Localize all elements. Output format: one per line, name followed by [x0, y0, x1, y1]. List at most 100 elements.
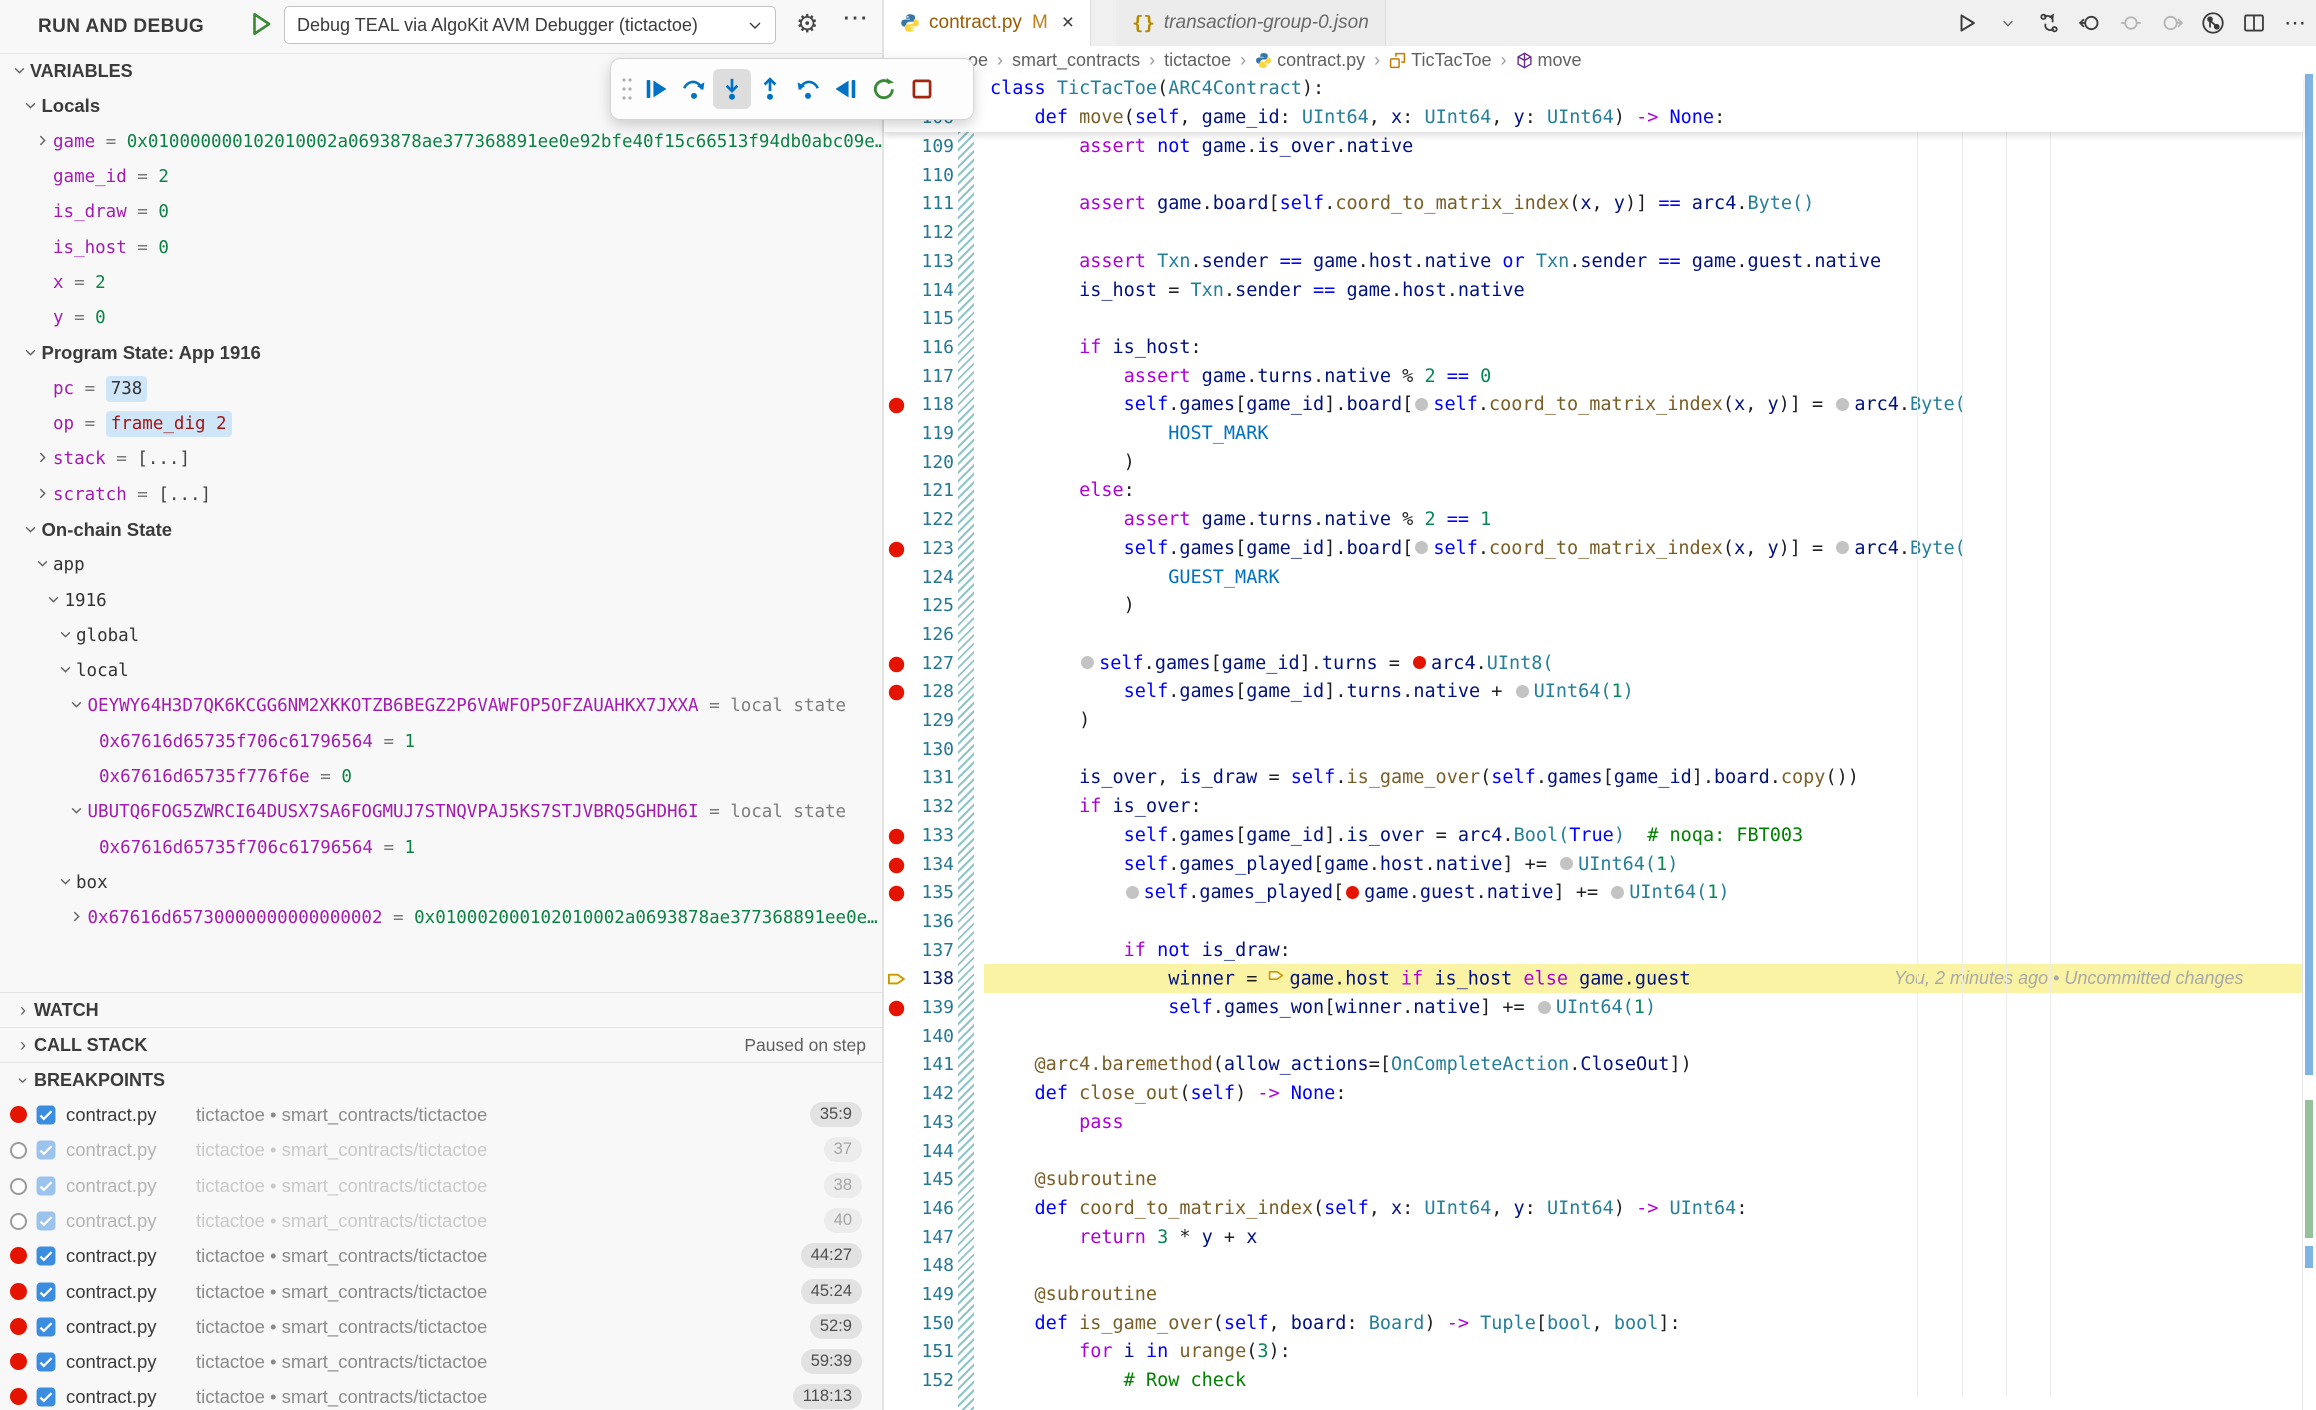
step-out-button[interactable]	[751, 69, 789, 109]
step-back-button[interactable]	[789, 69, 827, 109]
breakpoints-section-header[interactable]: ›BREAKPOINTS	[0, 1062, 882, 1098]
code-text[interactable]: is_over, is_draw = self.is_game_over(sel…	[984, 763, 2302, 792]
code-line[interactable]: 118self.games[game_id].board[self.coord_…	[884, 390, 2313, 419]
tree-chevron-icon[interactable]	[43, 583, 65, 619]
breakpoint-checkbox[interactable]	[36, 1140, 56, 1166]
breakpoint-checkbox[interactable]	[36, 1176, 56, 1202]
code-line[interactable]: 123self.games[game_id].board[self.coord_…	[884, 534, 2313, 563]
code-line[interactable]: 139self.games_won[winner.native] += UInt…	[884, 993, 2313, 1022]
toolbar-drag-handle[interactable]	[617, 69, 637, 109]
tree-chevron-icon[interactable]	[31, 124, 53, 160]
code-line[interactable]: 146def coord_to_matrix_index(self, x: UI…	[884, 1194, 2313, 1223]
code-text[interactable]: def close_out(self) -> None:	[984, 1079, 2302, 1108]
tree-chevron-icon[interactable]	[54, 865, 76, 901]
code-line[interactable]: 122assert game.turns.native % 2 == 1	[884, 505, 2313, 534]
breakpoint-row[interactable]: contract.pytictactoe • smart_contracts/t…	[0, 1097, 882, 1133]
code-line[interactable]: 142def close_out(self) -> None:	[884, 1079, 2313, 1108]
code-text[interactable]: # Row check	[984, 1366, 2302, 1395]
code-line[interactable]: 126	[884, 620, 2313, 649]
breakpoint-row[interactable]: contract.pytictactoe • smart_contracts/t…	[0, 1203, 882, 1239]
variable-row[interactable]: 0x67616d65735f776f6e = 0	[0, 759, 884, 795]
code-text[interactable]: self.games[game_id].board[self.coord_to_…	[984, 534, 2302, 563]
variable-row[interactable]: global	[0, 618, 884, 654]
code-line[interactable]: 140	[884, 1022, 2313, 1051]
code-text[interactable]: assert game.turns.native % 2 == 1	[984, 505, 2302, 534]
code-text[interactable]: def move(self, game_id: UInt64, x: UInt6…	[984, 103, 2302, 132]
code-text[interactable]: @subroutine	[984, 1165, 2302, 1194]
code-text[interactable]	[984, 218, 2302, 247]
inline-breakpoint-candidate-icon[interactable]	[1126, 886, 1139, 899]
variable-row[interactable]: box	[0, 865, 884, 901]
tree-chevron-icon[interactable]	[31, 441, 53, 477]
code-text[interactable]: self.games[game_id].board[self.coord_to_…	[984, 390, 2302, 419]
variable-row[interactable]: stack = [...]	[0, 441, 884, 477]
tree-chevron-icon[interactable]	[66, 794, 88, 830]
code-text[interactable]: if not is_draw:	[984, 936, 2302, 965]
overview-ruler-modified-2[interactable]	[2305, 1246, 2313, 1268]
inline-breakpoint-candidate-icon[interactable]	[1415, 398, 1428, 411]
code-line[interactable]: 120)	[884, 448, 2313, 477]
code-line[interactable]: 128self.games[game_id].turns.native + UI…	[884, 677, 2313, 706]
tree-chevron-icon[interactable]	[66, 900, 88, 936]
code-text[interactable]: @arc4.baremethod(allow_actions=[OnComple…	[984, 1050, 2302, 1079]
code-text[interactable]: for i in urange(3):	[984, 1337, 2302, 1366]
watch-section-header[interactable]: ›WATCH	[0, 992, 882, 1028]
code-text[interactable]: class TicTacToe(ARC4Contract):	[984, 74, 2302, 103]
code-line[interactable]: 134self.games_played[game.host.native] +…	[884, 850, 2313, 879]
variable-row[interactable]: game_id = 2	[0, 159, 884, 195]
tree-chevron-icon[interactable]	[20, 88, 42, 124]
tree-chevron-icon[interactable]	[20, 335, 42, 371]
code-line[interactable]: 130	[884, 735, 2313, 764]
code-line[interactable]: 136	[884, 907, 2313, 936]
inline-breakpoint-candidate-icon[interactable]	[1538, 1001, 1551, 1014]
disabled-breakpoint-icon[interactable]	[10, 1142, 27, 1159]
breakpoint-row[interactable]: contract.pytictactoe • smart_contracts/t…	[0, 1238, 882, 1274]
code-line[interactable]: 110	[884, 161, 2313, 190]
tree-chevron-icon[interactable]	[31, 547, 53, 583]
restart-button[interactable]	[865, 69, 903, 109]
code-text[interactable]: @subroutine	[984, 1280, 2302, 1309]
callstack-section-header[interactable]: ›CALL STACK Paused on step	[0, 1027, 882, 1063]
code-line[interactable]: 112	[884, 218, 2313, 247]
more-actions-icon[interactable]: ⋯	[842, 2, 870, 33]
code-line[interactable]: 132if is_over:	[884, 792, 2313, 821]
inline-breakpoint-icon[interactable]	[1346, 886, 1359, 899]
overview-ruler-modified[interactable]	[2305, 74, 2313, 1075]
breakpoint-icon[interactable]	[10, 1106, 27, 1123]
tree-chevron-icon[interactable]	[20, 512, 42, 548]
code-line[interactable]: 138winner = game.host if is_host else ga…	[884, 964, 2313, 993]
step-over-button[interactable]	[675, 69, 713, 109]
inline-breakpoint-candidate-icon[interactable]	[1560, 857, 1573, 870]
variable-row[interactable]: 1916	[0, 583, 884, 619]
breakpoint-row[interactable]: contract.pytictactoe • smart_contracts/t…	[0, 1132, 882, 1168]
code-text[interactable]: self.games[game_id].turns.native + UInt6…	[984, 677, 2302, 706]
disabled-breakpoint-icon[interactable]	[10, 1213, 27, 1230]
code-line[interactable]: 116if is_host:	[884, 333, 2313, 362]
inline-breakpoint-icon[interactable]	[1413, 656, 1426, 669]
variable-row[interactable]: 0x67616d65735f706c61796564 = 1	[0, 830, 884, 866]
code-line[interactable]: 151for i in urange(3):	[884, 1337, 2313, 1366]
code-line[interactable]: 109assert not game.is_over.native	[884, 132, 2313, 161]
code-text[interactable]: )	[984, 706, 2302, 735]
code-text[interactable]	[984, 735, 2302, 764]
code-line[interactable]: 117assert game.turns.native % 2 == 0	[884, 362, 2313, 391]
breakpoint-icon[interactable]	[10, 1247, 27, 1264]
breakpoint-checkbox[interactable]	[36, 1105, 56, 1131]
variable-row[interactable]: op = frame_dig 2	[0, 406, 884, 442]
code-text[interactable]	[984, 1137, 2302, 1166]
code-text[interactable]: is_host = Txn.sender == game.host.native	[984, 276, 2302, 305]
variable-row[interactable]: 0x67616d65735f706c61796564 = 1	[0, 724, 884, 760]
breakpoint-checkbox[interactable]	[36, 1246, 56, 1272]
inline-breakpoint-candidate-icon[interactable]	[1611, 886, 1624, 899]
code-line[interactable]: 147return 3 * y + x	[884, 1223, 2313, 1252]
breakpoint-checkbox[interactable]	[36, 1317, 56, 1343]
code-text[interactable]: winner = game.host if is_host else game.…	[984, 964, 2302, 993]
code-line[interactable]: 113assert Txn.sender == game.host.native…	[884, 247, 2313, 276]
breakpoint-row[interactable]: contract.pytictactoe • smart_contracts/t…	[0, 1344, 882, 1380]
code-text[interactable]: self.games[game_id].turns = arc4.UInt8(	[984, 649, 2302, 678]
code-text[interactable]: )	[984, 591, 2302, 620]
breakpoint-icon[interactable]	[10, 1353, 27, 1370]
code-text[interactable]: def is_game_over(self, board: Board) -> …	[984, 1309, 2302, 1338]
scope-group-on-chain-state[interactable]: On-chain State	[0, 512, 884, 548]
code-line[interactable]: 129)	[884, 706, 2313, 735]
